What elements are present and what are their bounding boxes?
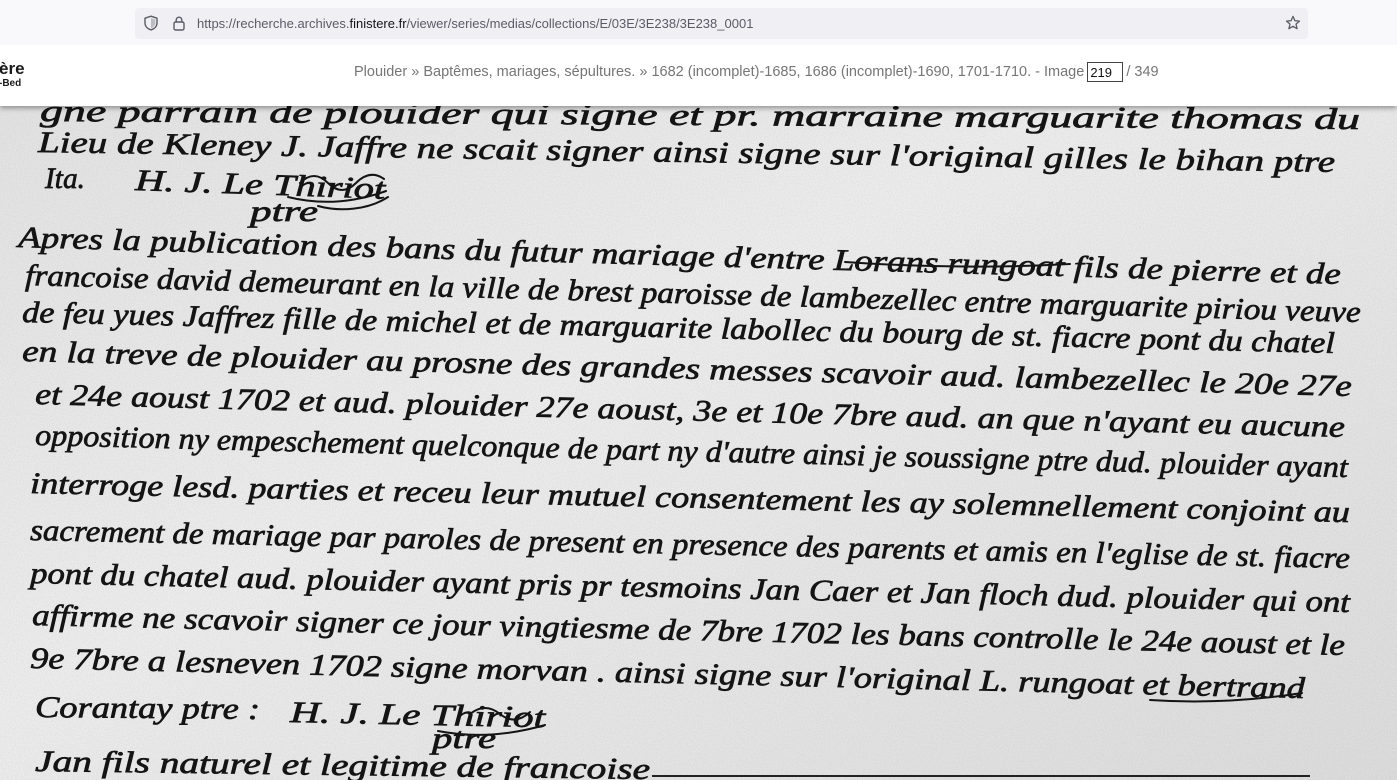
breadcrumb-separator: » xyxy=(411,64,420,80)
breadcrumb-register: 1682 (incomplet)-1685, 1686 (incomplet)-… xyxy=(651,64,1032,80)
lock-icon[interactable] xyxy=(171,15,187,31)
url-domain: finistere.fr xyxy=(349,16,407,31)
breadcrumb: Plouider » Baptêmes, mariages, sépulture… xyxy=(354,61,1159,83)
breadcrumb-separator: » xyxy=(639,64,648,80)
page-total: 349 xyxy=(1134,64,1159,80)
logo[interactable]: ère -Bed xyxy=(0,59,25,90)
url-path: /viewer/series/medias/collections/E/03E/… xyxy=(406,16,754,31)
signature-prefix: Corantay ptre : xyxy=(35,691,260,726)
breadcrumb-commune[interactable]: Plouider xyxy=(354,64,407,80)
url-prefix: https://recherche.archives. xyxy=(197,16,350,31)
url-bar[interactable]: https://recherche.archives.finistere.fr/… xyxy=(135,8,1308,39)
url-text: https://recherche.archives.finistere.fr/… xyxy=(197,8,753,39)
logo-text-sub: -Bed xyxy=(0,78,22,89)
site-header: ère -Bed Plouider » Baptêmes, mariages, … xyxy=(0,45,1397,106)
signature-prefix: Ita. xyxy=(44,162,85,195)
page-of-separator: / xyxy=(1126,64,1131,80)
shield-icon[interactable] xyxy=(143,15,159,31)
signature-name: H. J. Le Thiriot xyxy=(288,696,546,734)
image-label: - Image xyxy=(1035,64,1085,80)
browser-toolbar: https://recherche.archives.finistere.fr/… xyxy=(0,0,1397,45)
logo-text-main: ère xyxy=(0,59,25,78)
star-icon[interactable] xyxy=(1285,15,1301,31)
document-viewer[interactable]: gne parrain de plouider qui signe et pr.… xyxy=(0,0,1397,780)
breadcrumb-series[interactable]: Baptêmes, mariages, sépultures. xyxy=(423,64,635,80)
page-number-input[interactable] xyxy=(1087,62,1124,83)
